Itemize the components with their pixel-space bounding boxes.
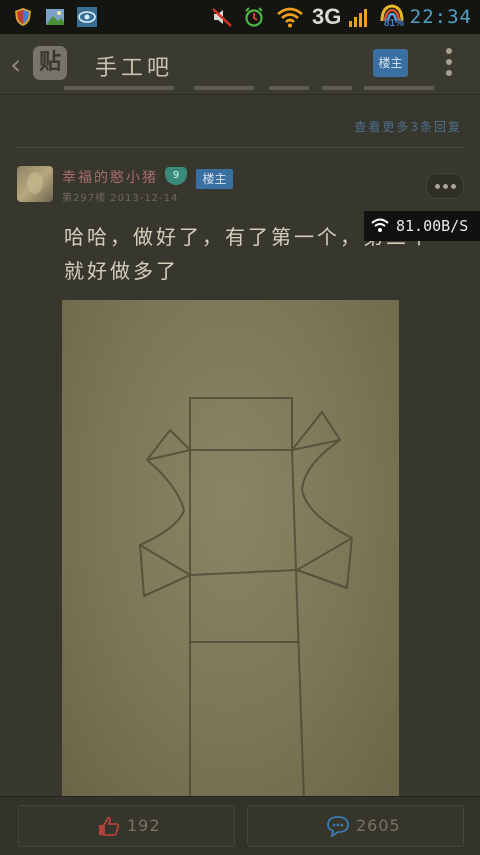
- only-owner-button[interactable]: 楼主: [373, 49, 408, 77]
- view-more-replies-link[interactable]: 查看更多3条回复: [354, 118, 462, 135]
- floor-meta: 第297楼 2013-12-14: [62, 193, 179, 204]
- comment-icon: [327, 816, 349, 837]
- post-more-button[interactable]: [426, 173, 464, 199]
- network-type: 3G: [312, 4, 342, 29]
- eye-protect-icon: [77, 7, 97, 27]
- comment-count: 2605: [356, 816, 401, 835]
- shield-icon: [15, 8, 31, 26]
- clock: 22:34: [409, 6, 472, 28]
- sketch-drawing: [139, 397, 353, 800]
- mute-icon: [212, 8, 232, 27]
- divider: [16, 147, 464, 148]
- page-title[interactable]: 手工吧: [95, 50, 173, 82]
- owner-badge: 楼主: [196, 169, 233, 189]
- comment-button[interactable]: 2605: [247, 805, 464, 847]
- more-menu-icon[interactable]: [446, 48, 452, 81]
- username[interactable]: 幸福的憨小猪: [62, 167, 158, 187]
- alarm-clock-icon: [245, 7, 263, 27]
- tieba-logo: 贴: [33, 46, 67, 80]
- status-bar: 3G 81% 22:34: [0, 0, 480, 34]
- wifi-icon: [277, 7, 303, 28]
- signal-icon: [349, 9, 367, 27]
- level-badge: 9: [165, 167, 187, 185]
- like-count: 192: [127, 816, 161, 835]
- gallery-icon: [46, 9, 64, 25]
- like-button[interactable]: 192: [18, 805, 235, 847]
- wifi-icon: [371, 218, 389, 232]
- avatar[interactable]: [17, 166, 53, 202]
- thumbs-up-icon: [99, 816, 120, 836]
- back-icon[interactable]: ‹: [10, 48, 21, 81]
- battery-percent: 81%: [384, 18, 405, 29]
- net-speed-overlay: 81.00B/S: [364, 211, 480, 241]
- net-speed-value: 81.00B/S: [396, 217, 469, 235]
- post-image[interactable]: [62, 300, 399, 800]
- previous-reply-text: [64, 82, 464, 96]
- bottom-bar: 192 2605: [0, 796, 480, 855]
